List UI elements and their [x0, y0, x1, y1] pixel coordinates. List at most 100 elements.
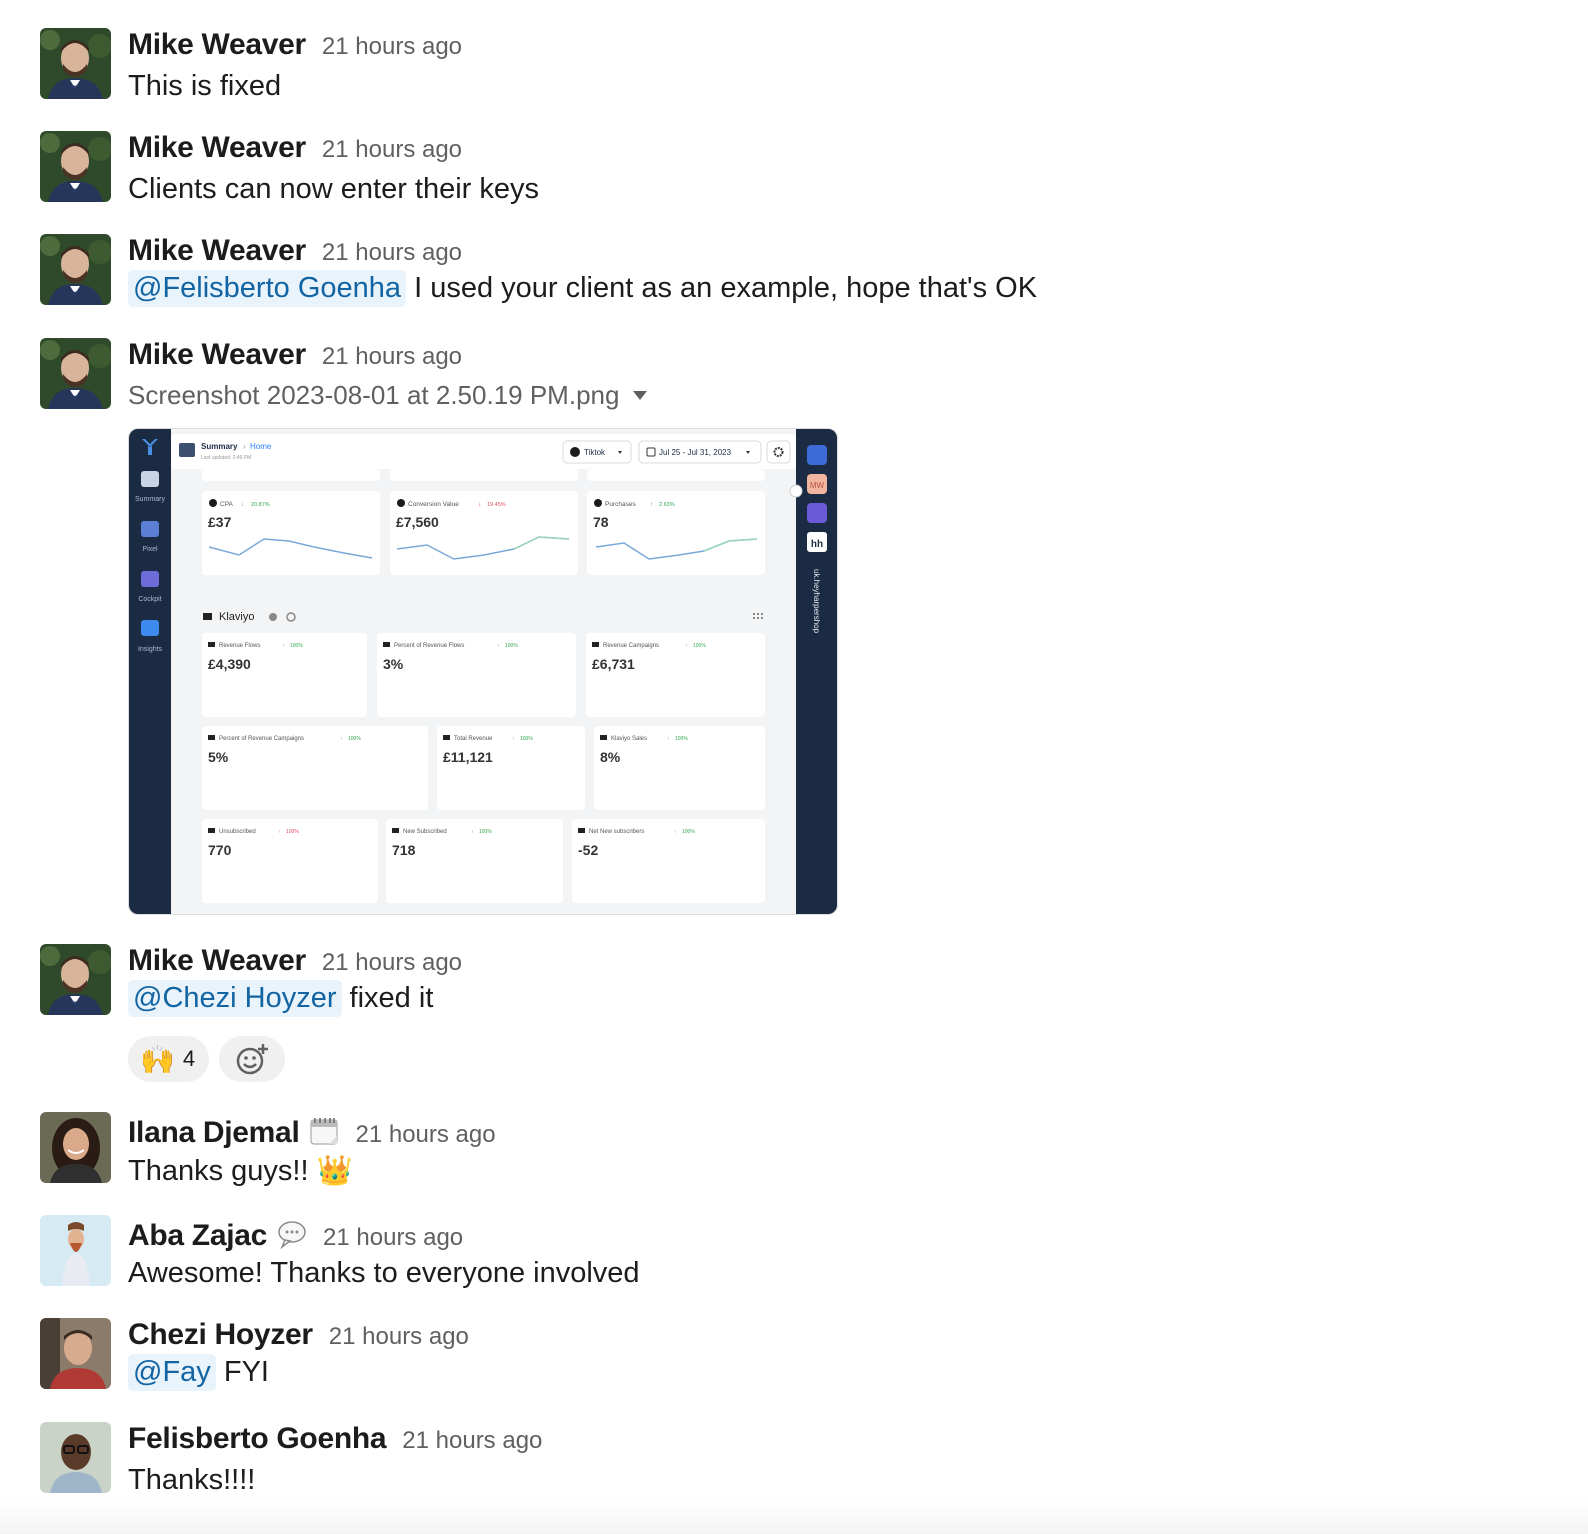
svg-text:Net New subscribers: Net New subscribers — [589, 829, 644, 835]
nav-label-summary: Summary — [135, 496, 165, 503]
raised-hands-icon: 🙌 — [140, 1043, 175, 1075]
svg-text:Jul 25 - Jul 31, 2023: Jul 25 - Jul 31, 2023 — [659, 448, 732, 457]
caret-down-icon[interactable] — [633, 391, 648, 400]
svg-text:100%: 100% — [682, 829, 695, 835]
message-text: This is fixed — [128, 70, 282, 102]
author-name[interactable]: Chezi Hoyzer — [128, 1318, 313, 1352]
avatar[interactable] — [40, 338, 111, 409]
svg-text:Revenue Campaigns: Revenue Campaigns — [603, 643, 659, 649]
author-name[interactable]: Aba Zajac — [128, 1219, 267, 1253]
metric-card-unsubscribed: Unsubscribed ↑ 100% 770 — [202, 819, 378, 903]
reaction-count: 4 — [182, 1046, 196, 1071]
author-name[interactable]: Mike Weaver — [128, 131, 306, 165]
user-mention[interactable]: @Felisberto Goenha — [128, 270, 407, 307]
svg-text:CPA: CPA — [220, 501, 234, 508]
svg-text:Total Revenue: Total Revenue — [454, 736, 493, 742]
svg-text:↑: ↑ — [282, 643, 285, 649]
svg-text:100%: 100% — [479, 829, 492, 835]
message-text: @Felisberto Goenha I used your client as… — [128, 270, 1037, 307]
svg-text:Conversion Value: Conversion Value — [408, 501, 459, 508]
svg-text:718: 718 — [392, 842, 416, 858]
cockpit-nav-icon — [141, 571, 159, 587]
timestamp[interactable]: 21 hours ago — [329, 1323, 469, 1351]
metric-card-new-subscribed: New Subscribed ↑ 100% 718 — [386, 819, 563, 903]
avatar[interactable] — [40, 944, 111, 1015]
author-name[interactable]: Felisberto Goenha — [128, 1422, 387, 1456]
avatar[interactable] — [40, 1422, 111, 1493]
message-text-rest: I used your client as an example, hope t… — [406, 272, 1038, 304]
nav-label-pixel: Pixel — [142, 546, 158, 553]
timestamp[interactable]: 21 hours ago — [322, 239, 462, 267]
svg-text:100%: 100% — [693, 643, 706, 649]
svg-text:Revenue Flows: Revenue Flows — [219, 643, 260, 649]
svg-text:100%: 100% — [290, 643, 303, 649]
metric-card-revenue-campaigns: Revenue Campaigns ↑ 100% £6,731 — [586, 633, 765, 717]
breadcrumb-current: Home — [250, 442, 272, 451]
timestamp[interactable]: 21 hours ago — [355, 1121, 495, 1149]
avatar[interactable] — [40, 1112, 111, 1183]
svg-text:↑: ↑ — [471, 829, 474, 835]
timestamp[interactable]: 21 hours ago — [322, 343, 462, 371]
timestamp[interactable]: 21 hours ago — [322, 949, 462, 977]
image-attachment[interactable]: Summary Pixel Cockpit Insights MW hh uk.… — [128, 428, 838, 915]
svg-text:↑: ↑ — [497, 643, 500, 649]
calendar-icon — [309, 1116, 339, 1146]
svg-text:3%: 3% — [383, 656, 404, 672]
author-name[interactable]: Mike Weaver — [128, 944, 306, 978]
pixel-nav-icon — [141, 521, 159, 537]
avatar[interactable] — [40, 1215, 111, 1286]
add-reaction-button[interactable] — [219, 1036, 286, 1082]
metric-card-cpa: CPA ↓ 20.87% £37 — [202, 491, 380, 575]
svg-text:19.45%: 19.45% — [487, 502, 506, 508]
speech-bubble-icon — [277, 1219, 307, 1250]
right-rail — [796, 429, 837, 914]
reaction-raised-hands[interactable]: 🙌 4 — [128, 1036, 210, 1082]
avatar[interactable] — [40, 28, 111, 99]
svg-text:20.87%: 20.87% — [251, 502, 270, 508]
author-name[interactable]: Mike Weaver — [128, 234, 306, 268]
timestamp[interactable]: 21 hours ago — [322, 136, 462, 164]
svg-text:›: › — [243, 442, 246, 451]
svg-text:hh: hh — [811, 539, 823, 550]
svg-text:100%: 100% — [505, 643, 518, 649]
metric-card-net-new-subscribers: Net New subscribers ↑ 100% -52 — [572, 819, 765, 903]
svg-text:↑: ↑ — [667, 736, 670, 742]
breadcrumb-root: Summary — [201, 442, 238, 451]
user-mention[interactable]: @Fay — [128, 1354, 216, 1391]
timestamp[interactable]: 21 hours ago — [323, 1224, 463, 1252]
summary-nav-icon — [141, 471, 159, 487]
avatar[interactable] — [40, 1318, 111, 1389]
svg-text:8%: 8% — [600, 749, 621, 765]
svg-text:-52: -52 — [578, 842, 598, 858]
settings-button — [766, 440, 791, 464]
svg-text:↑: ↑ — [674, 829, 677, 835]
avatar[interactable] — [40, 131, 111, 202]
svg-text:100%: 100% — [348, 736, 361, 742]
message-text-rest: FYI — [215, 1356, 269, 1388]
svg-text:Percent of Revenue Flows: Percent of Revenue Flows — [394, 643, 464, 649]
timestamp[interactable]: 21 hours ago — [322, 33, 462, 61]
svg-text:770: 770 — [208, 842, 232, 858]
svg-text:100%: 100% — [675, 736, 688, 742]
message-text: Thanks!!!! — [128, 1464, 256, 1496]
avatar[interactable] — [40, 234, 111, 305]
svg-text:78: 78 — [593, 514, 609, 530]
metric-card-conversion-value: Conversion Value ↓ 19.45% £7,560 — [390, 491, 578, 575]
timestamp[interactable]: 21 hours ago — [402, 1427, 542, 1455]
scroll-fade — [0, 1500, 1588, 1534]
metric-card-klaviyo-sales: Klaviyo Sales ↑ 100% 8% — [594, 726, 765, 810]
rail-app-icon — [807, 445, 827, 465]
collapse-handle — [789, 484, 803, 498]
svg-text:2.63%: 2.63% — [659, 502, 675, 508]
svg-text:↑: ↑ — [685, 643, 688, 649]
rail-store-label: uk.heyharpershop — [812, 569, 821, 634]
message-text: Thanks guys!! 👑 — [128, 1155, 353, 1187]
svg-text:5%: 5% — [208, 749, 229, 765]
svg-text:Tiktok: Tiktok — [584, 448, 606, 457]
page-icon — [179, 443, 195, 457]
author-name[interactable]: Ilana Djemal — [128, 1116, 300, 1150]
user-mention[interactable]: @Chezi Hoyzer — [128, 980, 342, 1017]
author-name[interactable]: Mike Weaver — [128, 28, 306, 62]
author-name[interactable]: Mike Weaver — [128, 338, 306, 372]
file-name[interactable]: Screenshot 2023-08-01 at 2.50.19 PM.png — [128, 380, 619, 411]
